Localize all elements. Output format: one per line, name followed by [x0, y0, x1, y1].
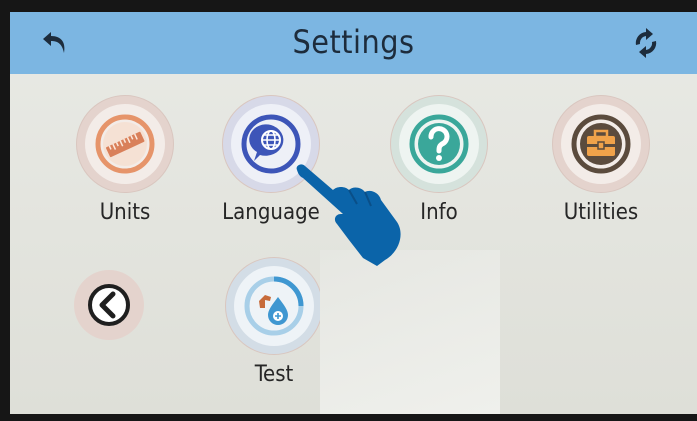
drop-test-icon — [244, 276, 304, 336]
pointing-hand-icon — [296, 164, 401, 266]
refresh-button[interactable] — [626, 23, 666, 63]
question-icon — [409, 114, 469, 174]
chevron-left-icon — [88, 284, 130, 326]
tile-utilities-label: Utilities — [563, 200, 639, 225]
ruler-icon — [95, 114, 155, 174]
screen: Settings Units Language Info Utilities T… — [10, 12, 697, 414]
page-title: Settings — [292, 23, 415, 61]
background-glare — [320, 250, 500, 414]
back-arrow-icon — [43, 32, 65, 53]
tile-units-label: Units — [99, 200, 151, 225]
toolbox-icon — [571, 114, 631, 174]
previous-page-button[interactable] — [74, 270, 144, 340]
refresh-icon — [635, 28, 657, 58]
header-bar: Settings — [10, 12, 697, 74]
back-button[interactable] — [36, 23, 76, 63]
